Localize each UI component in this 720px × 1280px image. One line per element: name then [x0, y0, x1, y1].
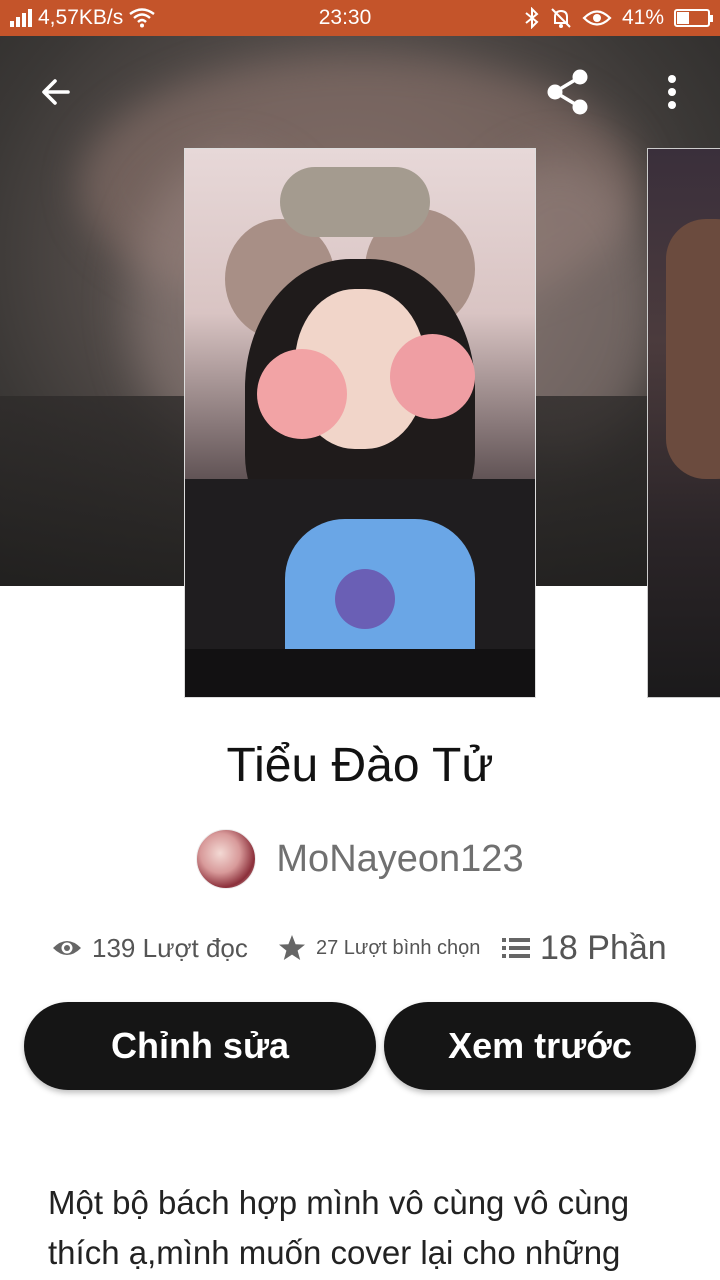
more-options-button[interactable]: [636, 56, 708, 128]
votes-stat: 27 Lượt bình chọn: [278, 934, 500, 962]
preview-button[interactable]: Xem trước: [384, 1002, 696, 1090]
star-icon: [279, 935, 305, 960]
share-icon: [547, 69, 588, 115]
signal-icon: [10, 9, 32, 27]
story-title: Tiểu Đào Tử: [226, 739, 494, 792]
top-toolbar: [0, 56, 720, 128]
list-icon: [502, 938, 530, 958]
mute-bell-icon: [551, 8, 571, 28]
stats-row: 139 Lượt đọc 27 Lượt bình chọn 18 Phần: [52, 920, 692, 976]
arrow-left-icon: [42, 79, 70, 105]
parts-stat: 18 Phần: [502, 929, 692, 968]
wifi-icon: [129, 8, 155, 28]
bluetooth-icon: [525, 7, 539, 29]
battery-percent: 41%: [621, 6, 664, 29]
author-name[interactable]: MoNayeon123: [276, 838, 523, 881]
clock: 23:30: [318, 6, 372, 29]
eye-comfort-icon: [582, 10, 612, 26]
edit-button[interactable]: Chỉnh sửa: [24, 1002, 376, 1090]
reads-count: 139 Lượt đọc: [92, 932, 248, 963]
author-row[interactable]: MoNayeon123: [0, 828, 720, 890]
network-speed: 4,57KB/s: [38, 6, 124, 29]
more-vertical-icon: [668, 75, 676, 109]
eye-icon: [53, 941, 81, 955]
back-button[interactable]: [20, 56, 92, 128]
reads-stat: 139 Lượt đọc: [52, 933, 272, 964]
battery-icon: [674, 9, 713, 27]
share-button[interactable]: [532, 56, 604, 128]
story-cover-image[interactable]: [184, 148, 536, 698]
next-story-cover[interactable]: [647, 148, 720, 698]
status-bar: 4,57KB/s 23:30 41%: [0, 0, 720, 36]
battery-fill: [677, 12, 690, 24]
parts-count: 18 Phần: [540, 928, 667, 967]
status-left: 4,57KB/s: [10, 6, 260, 30]
avatar[interactable]: [196, 829, 257, 889]
votes-count: 27 Lượt bình chọn: [316, 936, 481, 959]
status-right: 41%: [460, 6, 713, 30]
story-description: Một bộ bách hợp mình vô cùng vô cùng thí…: [48, 1184, 630, 1271]
